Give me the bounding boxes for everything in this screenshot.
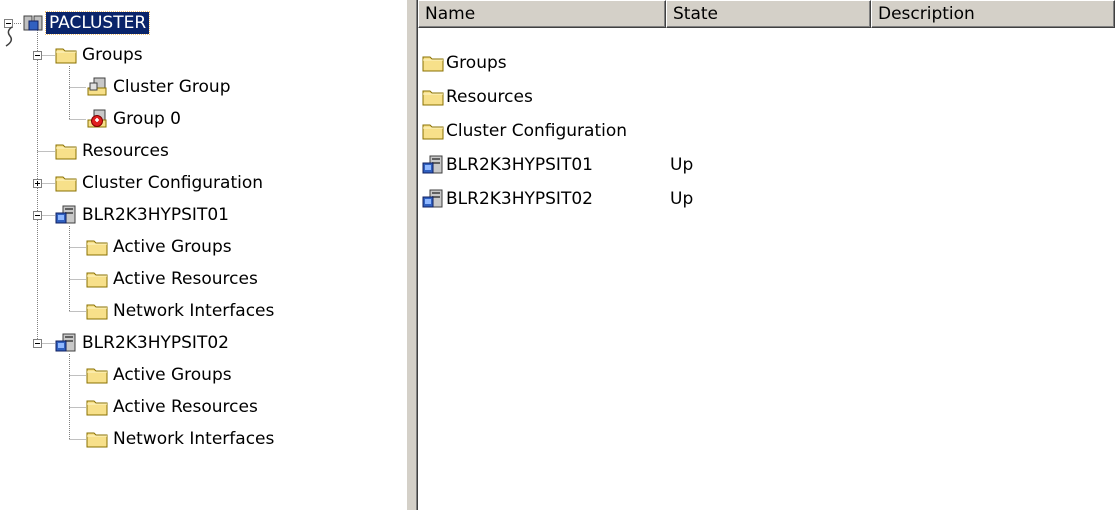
collapse-node2-icon[interactable] — [33, 339, 42, 348]
tree-node-groups[interactable]: Groups — [55, 41, 146, 69]
list-item-name: Resources — [446, 87, 533, 107]
server-icon — [422, 155, 444, 175]
collapse-node1-icon[interactable] — [33, 211, 42, 220]
folder-icon — [86, 365, 108, 385]
group-failed-icon — [86, 109, 108, 129]
folder-icon — [422, 121, 444, 141]
folder-icon — [86, 237, 108, 257]
tree-node-label: Active Resources — [113, 269, 258, 289]
list-item-name: Cluster Configuration — [446, 121, 628, 141]
tree-node-active-groups[interactable]: Active Groups — [86, 233, 235, 261]
tree-node-active-resources[interactable]: Active Resources — [86, 265, 261, 293]
folder-icon — [55, 141, 77, 161]
list-item-name: Groups — [446, 53, 507, 73]
tree-node-cluster[interactable]: PACLUSTER — [22, 9, 151, 37]
folder-icon — [86, 397, 108, 417]
tree-node-cluster-group[interactable]: Cluster Group — [86, 73, 234, 101]
folder-icon — [55, 173, 77, 193]
server-icon — [422, 189, 444, 209]
tree-node-active-resources[interactable]: Active Resources — [86, 393, 261, 421]
tree-node-server-2[interactable]: BLR2K3HYPSIT02 — [55, 329, 232, 357]
column-header-state[interactable]: State — [666, 0, 871, 28]
cluster-icon — [22, 13, 44, 33]
details-list: Name State Description Groups Resources … — [418, 0, 1115, 510]
tree-node-network-interfaces[interactable]: Network Interfaces — [86, 425, 277, 453]
tree-node-label: Active Resources — [113, 397, 258, 417]
collapse-groups-icon[interactable] — [33, 51, 42, 60]
tree-node-label: BLR2K3HYPSIT01 — [82, 205, 229, 225]
folder-icon — [86, 301, 108, 321]
tree-node-active-groups[interactable]: Active Groups — [86, 361, 235, 389]
server-icon — [55, 333, 77, 353]
tree-node-label: Group 0 — [113, 109, 181, 129]
column-header-name[interactable]: Name — [418, 0, 666, 28]
server-icon — [55, 205, 77, 225]
tree-node-label: Network Interfaces — [113, 429, 275, 449]
tree-node-label: Cluster Configuration — [82, 173, 264, 193]
list-item-state: Up — [670, 155, 694, 175]
tree-node-label: Active Groups — [113, 237, 232, 257]
folder-icon — [86, 269, 108, 289]
group-online-icon — [86, 77, 108, 97]
tree-node-label: Resources — [82, 141, 169, 161]
tree-node-label: Network Interfaces — [113, 301, 275, 321]
expand-cluster-configuration-icon[interactable] — [33, 179, 42, 188]
tree-node-label: PACLUSTER — [44, 11, 151, 35]
list-item[interactable]: Groups — [418, 48, 870, 78]
list-item[interactable]: BLR2K3HYPSIT01 Up — [418, 150, 870, 180]
folder-icon — [55, 45, 77, 65]
column-header-description[interactable]: Description — [871, 0, 1115, 28]
tree-node-label: Cluster Group — [113, 77, 231, 97]
list-item-name: BLR2K3HYPSIT02 — [446, 189, 593, 209]
tree-node-resources[interactable]: Resources — [55, 137, 172, 165]
list-item[interactable]: Resources — [418, 82, 870, 112]
list-item[interactable]: BLR2K3HYPSIT02 Up — [418, 184, 870, 214]
folder-icon — [86, 429, 108, 449]
tree-node-group-0[interactable]: Group 0 — [86, 105, 184, 133]
folder-icon — [422, 87, 444, 107]
connection-cable-icon — [5, 26, 13, 47]
tree-node-cluster-configuration[interactable]: Cluster Configuration — [55, 169, 266, 197]
column-header-row: Name State Description — [418, 0, 1115, 28]
list-item[interactable]: Cluster Configuration — [418, 116, 870, 146]
pane-splitter[interactable] — [406, 0, 418, 510]
tree-node-network-interfaces[interactable]: Network Interfaces — [86, 297, 277, 325]
tree-node-label: Active Groups — [113, 365, 232, 385]
folder-icon — [422, 53, 444, 73]
list-item-name: BLR2K3HYPSIT01 — [446, 155, 593, 175]
tree-node-label: BLR2K3HYPSIT02 — [82, 333, 229, 353]
tree-node-label: Groups — [82, 45, 143, 65]
tree-pane: PACLUSTER Groups Cluster Group Group 0 R… — [0, 0, 406, 510]
list-item-state: Up — [670, 189, 694, 209]
tree-node-server-1[interactable]: BLR2K3HYPSIT01 — [55, 201, 232, 229]
